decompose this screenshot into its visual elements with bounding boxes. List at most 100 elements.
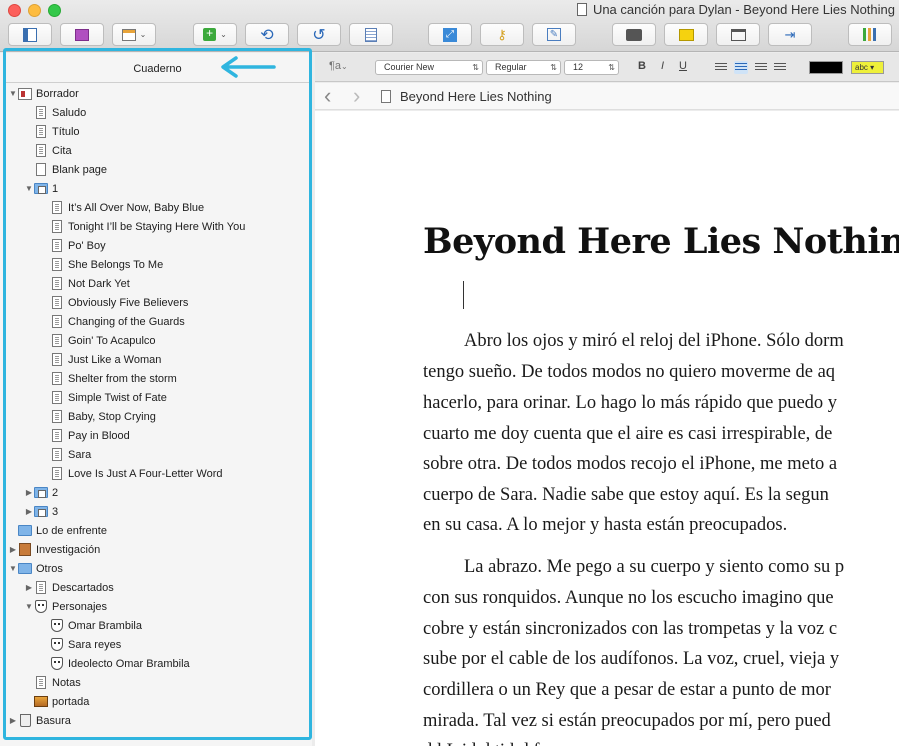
binder-item[interactable]: ▼ Personajes	[24, 597, 107, 616]
binder-item[interactable]: Título	[24, 122, 80, 141]
disclosure-closed-icon[interactable]: ▶	[24, 583, 34, 592]
align-right-button[interactable]	[755, 63, 767, 72]
title-bar: Una canción para Dylan - Beyond Here Lie…	[0, 0, 899, 52]
inspector-toggle-button[interactable]	[60, 23, 104, 46]
binder-item[interactable]: portada	[24, 692, 89, 711]
folder-plain-glyph	[18, 563, 32, 574]
binder-item-label: 1	[52, 182, 59, 195]
outline-view-button[interactable]	[349, 23, 393, 46]
snapshot-button[interactable]	[612, 23, 656, 46]
keywords-button[interactable]: ⚷	[480, 23, 524, 46]
binder-item[interactable]: ▼ Borrador	[8, 84, 79, 103]
bold-button[interactable]: B	[638, 60, 646, 72]
doc-glyph	[52, 296, 62, 309]
forward-button[interactable]: ›	[353, 83, 360, 108]
binder-item[interactable]: ▶ 3	[24, 502, 58, 521]
back-button[interactable]: ‹	[324, 83, 331, 108]
binder-item-label: It’s All Over Now, Baby Blue	[68, 201, 205, 214]
edit-button[interactable]: ✎	[532, 23, 576, 46]
binder-item-label: Título	[52, 125, 80, 138]
statistics-button[interactable]	[848, 23, 892, 46]
binder-item[interactable]: Goin' To Acapulco	[40, 331, 156, 350]
binder-item[interactable]: Sara	[40, 445, 91, 464]
binder-item[interactable]: Ideolecto Omar Brambila	[40, 654, 190, 673]
binder-item[interactable]: Obviously Five Believers	[40, 293, 188, 312]
font-weight-select[interactable]: Regular ⇅	[486, 60, 561, 75]
binder-item[interactable]: Love Is Just A Four-Letter Word	[40, 464, 222, 483]
paragraph-style-button[interactable]: ¶a⌄	[329, 60, 348, 72]
text-editor[interactable]: Beyond Here Lies Nothing Abro los ojos y…	[315, 111, 899, 746]
disclosure-open-icon[interactable]: ▼	[8, 564, 18, 573]
chevron-down-icon: ▾	[867, 63, 875, 72]
font-size-select[interactable]: 12 ⇅	[564, 60, 619, 75]
binder-item[interactable]: Omar Brambila	[40, 616, 142, 635]
center-lines-icon	[735, 63, 747, 72]
stepper-icon: ⇅	[550, 63, 557, 72]
binder-item[interactable]: Sara reyes	[40, 635, 121, 654]
binder-item[interactable]: Cita	[24, 141, 72, 160]
font-family-select[interactable]: Courier New ⇅	[375, 60, 483, 75]
underline-button[interactable]: U	[679, 60, 687, 72]
binder-item[interactable]: Po' Boy	[40, 236, 106, 255]
text-color-well[interactable]	[809, 61, 843, 74]
binder-item[interactable]: Blank page	[24, 160, 107, 179]
binder-item[interactable]: ▶ Investigación	[8, 540, 100, 559]
minimize-button[interactable]	[28, 4, 41, 17]
doc-glyph	[52, 277, 62, 290]
binder-item[interactable]: Just Like a Woman	[40, 350, 161, 369]
doc-icon	[50, 295, 64, 310]
binder-item[interactable]: ▶ Descartados	[24, 578, 114, 597]
binder-item[interactable]: ▼ Otros	[8, 559, 63, 578]
doc-glyph	[52, 315, 62, 328]
binder-item[interactable]: Saludo	[24, 103, 86, 122]
zoom-button[interactable]	[48, 4, 61, 17]
binder-item[interactable]: Baby, Stop Crying	[40, 407, 156, 426]
sync-button[interactable]: ⟲	[245, 23, 289, 46]
binder-item[interactable]: Not Dark Yet	[40, 274, 130, 293]
binder-toggle-button[interactable]	[8, 23, 52, 46]
disclosure-closed-icon[interactable]: ▶	[8, 545, 18, 554]
justify-button[interactable]	[774, 63, 786, 72]
close-button[interactable]	[8, 4, 21, 17]
disclosure-closed-icon[interactable]: ▶	[24, 507, 34, 516]
binder-item[interactable]: She Belongs To Me	[40, 255, 163, 274]
align-center-button[interactable]	[734, 61, 748, 74]
binder-item-label: Simple Twist of Fate	[68, 391, 167, 404]
binder-item[interactable]: Tonight I’ll be Staying Here With You	[40, 217, 245, 236]
mask-glyph	[51, 619, 63, 632]
binder-item[interactable]: Lo de enfrente	[8, 521, 107, 540]
comment-button[interactable]	[664, 23, 708, 46]
disclosure-open-icon[interactable]: ▼	[24, 602, 34, 611]
binder-item[interactable]: Pay in Blood	[40, 426, 130, 445]
view-mode-button[interactable]: ⌄	[112, 23, 156, 46]
doc-icon	[50, 333, 64, 348]
binder-item[interactable]: Simple Twist of Fate	[40, 388, 167, 407]
doc-icon	[34, 580, 48, 595]
fullscreen-button[interactable]: ⤢	[428, 23, 472, 46]
split-view-button[interactable]	[716, 23, 760, 46]
disclosure-closed-icon[interactable]: ▶	[8, 716, 18, 725]
disclosure-closed-icon[interactable]: ▶	[24, 488, 34, 497]
compile-button[interactable]: ⇥	[768, 23, 812, 46]
doc-glyph	[36, 676, 46, 689]
binder-item[interactable]: ▶ 2	[24, 483, 58, 502]
folder-glyph	[34, 183, 48, 194]
binder-item[interactable]: Changing of the Guards	[40, 312, 185, 331]
disclosure-open-icon[interactable]: ▼	[8, 89, 18, 98]
doc-glyph	[36, 581, 46, 594]
folder-icon	[34, 485, 48, 500]
binder-item[interactable]: ▶ Basura	[8, 711, 71, 730]
paragraph-line: en su casa. A lo mejor y hasta están pre…	[423, 515, 788, 535]
italic-button[interactable]: I	[661, 60, 664, 72]
align-left-button[interactable]	[715, 63, 727, 72]
binder-item[interactable]: Notas	[24, 673, 81, 692]
binder-item-label: 2	[52, 486, 59, 499]
binder-item[interactable]: Shelter from the storm	[40, 369, 177, 388]
add-document-button[interactable]: + ⌄	[193, 23, 237, 46]
binder-item[interactable]: ▼ 1	[24, 179, 58, 198]
disclosure-open-icon[interactable]: ▼	[24, 184, 34, 193]
highlight-color-well[interactable]: abc ▾	[851, 61, 884, 74]
revert-button[interactable]: ↺	[297, 23, 341, 46]
binder-item[interactable]: It’s All Over Now, Baby Blue	[40, 198, 204, 217]
doc-glyph	[52, 201, 62, 214]
